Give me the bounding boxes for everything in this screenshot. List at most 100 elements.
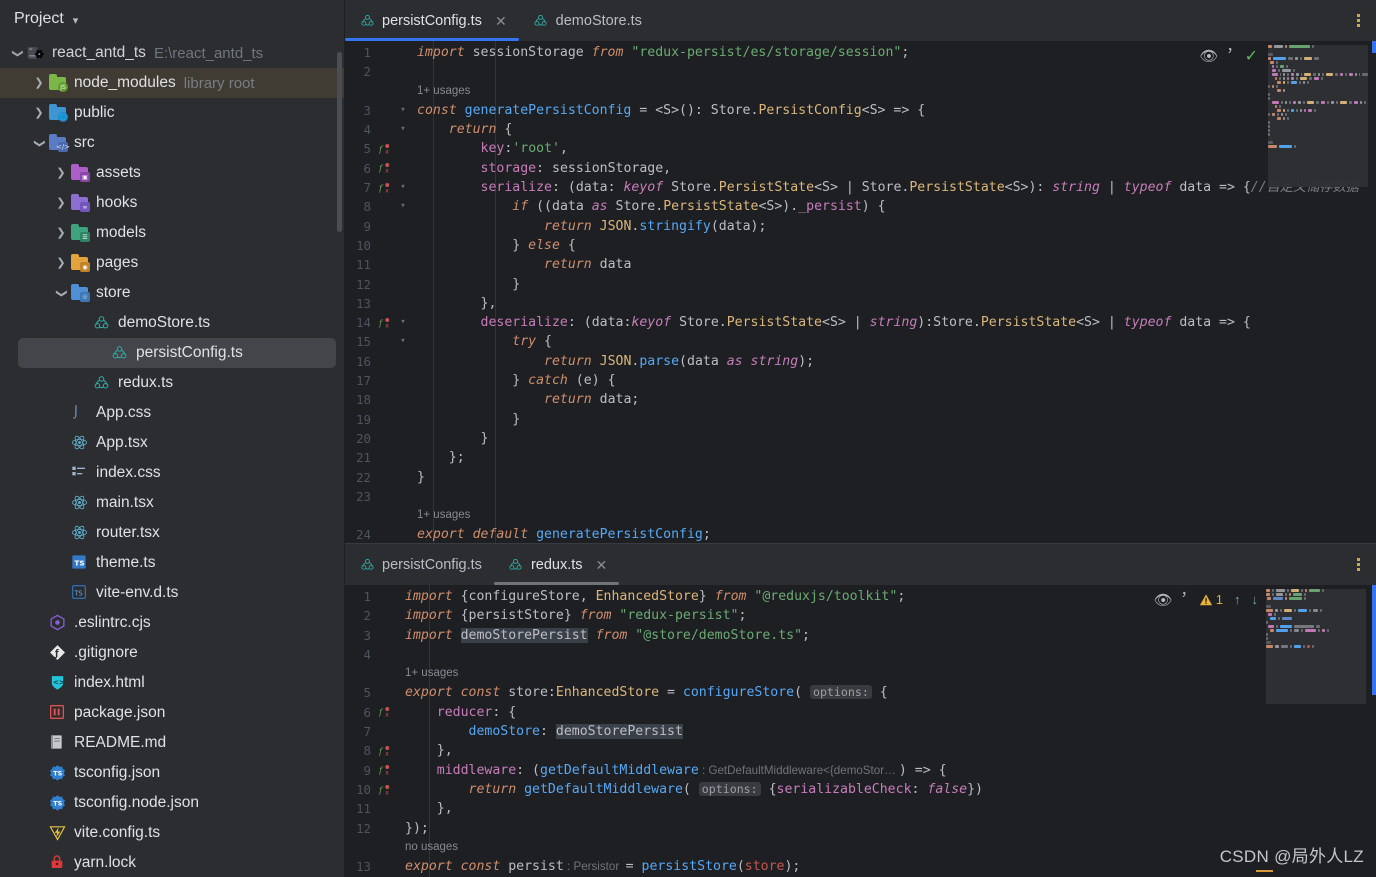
code-content-bottom[interactable]: 1 import {configureStore, EnhancedStore} …: [345, 585, 1376, 876]
code-text[interactable]: export const store:EnhancedStore = confi…: [397, 683, 888, 702]
gutter-marker[interactable]: [373, 722, 397, 741]
tree-item-tsconfig-node-json[interactable]: TS tsconfig.node.json: [0, 788, 344, 818]
fold-toggle-icon[interactable]: [397, 506, 409, 525]
tree-item-vite-config-ts[interactable]: vite.config.ts: [0, 818, 344, 848]
chevron-right-icon[interactable]: ❯: [54, 167, 68, 179]
gutter-marker[interactable]: [373, 197, 397, 216]
gutter-marker[interactable]: [373, 255, 397, 274]
gutter-marker[interactable]: [373, 82, 397, 101]
gutter-marker[interactable]: [373, 487, 397, 506]
tree-item-react-antd-ts[interactable]: ❯ react_antd_ts E:\react_antd_ts: [0, 38, 344, 68]
gutter-marker[interactable]: [373, 294, 397, 313]
code-viewport-bottom[interactable]: 1 import {configureStore, EnhancedStore} …: [345, 585, 1376, 877]
gutter-marker[interactable]: fx: [373, 780, 397, 799]
tree-item-gitignore[interactable]: ƒ .gitignore: [0, 638, 344, 668]
gutter-marker[interactable]: [373, 606, 397, 625]
usage-hint[interactable]: 1+ usages: [409, 506, 470, 525]
fold-toggle-icon[interactable]: [397, 159, 409, 178]
code-text[interactable]: serialize: (data: keyof Store.PersistSta…: [409, 178, 1359, 197]
code-text[interactable]: [409, 487, 417, 506]
tree-item-app-css[interactable]: ⌡ App.css: [0, 398, 344, 428]
code-text[interactable]: deserialize: (data:keyof Store.PersistSt…: [409, 313, 1251, 332]
code-text[interactable]: import sessionStorage from "redux-persis…: [409, 43, 909, 62]
project-panel-header[interactable]: Project ▾: [0, 0, 344, 38]
tree-item-eslintrc-cjs[interactable]: .eslintrc.cjs: [0, 608, 344, 638]
eye-off-icon[interactable]: 👁︐: [1154, 589, 1188, 610]
gutter-marker[interactable]: [373, 390, 397, 409]
fold-toggle-icon[interactable]: [397, 371, 409, 390]
code-text[interactable]: [397, 645, 405, 664]
gutter-marker[interactable]: [373, 43, 397, 62]
code-text[interactable]: }: [409, 275, 520, 294]
tree-item-package-json[interactable]: package.json: [0, 698, 344, 728]
gutter-marker[interactable]: [373, 645, 397, 664]
fold-toggle-icon[interactable]: [397, 468, 409, 487]
minimap-bottom[interactable]: [1266, 589, 1366, 704]
code-text[interactable]: }: [409, 468, 425, 487]
gutter-marker[interactable]: [373, 101, 397, 120]
gutter-marker[interactable]: [373, 857, 397, 876]
gutter-marker[interactable]: [373, 838, 397, 857]
tree-item-assets[interactable]: ❯ ▣ assets: [0, 158, 344, 188]
tree-item-index-css[interactable]: index.css: [0, 458, 344, 488]
gutter-marker[interactable]: fx: [373, 313, 397, 332]
code-text[interactable]: } catch (e) {: [409, 371, 615, 390]
code-text[interactable]: } else {: [409, 236, 576, 255]
fold-toggle-icon[interactable]: ▾: [397, 332, 409, 351]
usage-hint[interactable]: 1+ usages: [397, 664, 458, 683]
chevron-right-icon[interactable]: ❯: [54, 257, 68, 269]
fold-toggle-icon[interactable]: [397, 429, 409, 448]
gutter-marker[interactable]: [373, 352, 397, 371]
gutter-marker[interactable]: [373, 371, 397, 390]
chevron-right-icon[interactable]: ❯: [32, 77, 46, 89]
editor-tab-persistconfig-ts[interactable]: persistConfig.ts ✕: [345, 0, 519, 41]
editor-options-menu-icon[interactable]: [1340, 0, 1376, 41]
close-tab-icon[interactable]: ✕: [495, 14, 507, 28]
close-tab-icon[interactable]: ✕: [596, 558, 608, 572]
fold-toggle-icon[interactable]: [397, 448, 409, 467]
code-text[interactable]: import {persistStore} from "redux-persis…: [397, 606, 746, 625]
fold-toggle-icon[interactable]: [397, 139, 409, 158]
code-viewport-top[interactable]: 1 import sessionStorage from "redux-persi…: [345, 41, 1376, 543]
code-content-top[interactable]: 1 import sessionStorage from "redux-persi…: [345, 41, 1376, 543]
code-text[interactable]: middleware: (getDefaultMiddleware : GetD…: [397, 761, 947, 780]
tree-item-main-tsx[interactable]: main.tsx: [0, 488, 344, 518]
code-text[interactable]: [409, 62, 417, 81]
fold-toggle-icon[interactable]: ▾: [397, 178, 409, 197]
gutter-marker[interactable]: fx: [373, 761, 397, 780]
warning-count-badge[interactable]: 1: [1199, 592, 1223, 607]
next-problem-icon[interactable]: ↓: [1252, 592, 1259, 607]
code-text[interactable]: try {: [409, 332, 552, 351]
fold-toggle-icon[interactable]: ▾: [397, 197, 409, 216]
editor-tab-persistconfig-ts[interactable]: persistConfig.ts: [345, 544, 494, 585]
tree-item-hooks[interactable]: ❯ ∞ hooks: [0, 188, 344, 218]
eye-off-icon[interactable]: 👁︐: [1200, 45, 1234, 66]
project-file-tree[interactable]: ❯ react_antd_ts E:\react_antd_ts ❯ JS node_mo…: [0, 38, 344, 877]
code-text[interactable]: return getDefaultMiddleware( options: {s…: [397, 780, 983, 799]
chevron-down-icon[interactable]: ❯: [56, 286, 68, 300]
gutter-marker[interactable]: [373, 626, 397, 645]
code-text[interactable]: return {: [409, 120, 513, 139]
code-text[interactable]: export default generatePersistConfig;: [409, 525, 711, 543]
code-text[interactable]: return JSON.parse(data as string);: [409, 352, 814, 371]
gutter-marker[interactable]: [373, 683, 397, 702]
fold-toggle-icon[interactable]: [397, 255, 409, 274]
gutter-marker[interactable]: [373, 799, 397, 818]
tree-item-router-tsx[interactable]: router.tsx: [0, 518, 344, 548]
fold-toggle-icon[interactable]: ▾: [397, 101, 409, 120]
tree-item-store[interactable]: ❯ ☉ store: [0, 278, 344, 308]
gutter-marker[interactable]: [373, 448, 397, 467]
tree-item-persistconfig-ts[interactable]: persistConfig.ts: [18, 338, 336, 368]
tree-item-theme-ts[interactable]: TS theme.ts: [0, 548, 344, 578]
fold-toggle-icon[interactable]: [397, 275, 409, 294]
tree-item-models[interactable]: ❯ ☰ models: [0, 218, 344, 248]
gutter-marker[interactable]: fx: [373, 159, 397, 178]
fold-toggle-icon[interactable]: [397, 43, 409, 62]
fold-toggle-icon[interactable]: [397, 294, 409, 313]
fold-toggle-icon[interactable]: [397, 410, 409, 429]
gutter-marker[interactable]: [373, 468, 397, 487]
editor-tabbar-bottom[interactable]: persistConfig.ts redux.ts ✕: [345, 544, 1376, 585]
editor-tabbar-top[interactable]: persistConfig.ts ✕ demoStore.ts: [345, 0, 1376, 41]
chevron-right-icon[interactable]: ❯: [54, 227, 68, 239]
code-text[interactable]: return data: [409, 255, 631, 274]
